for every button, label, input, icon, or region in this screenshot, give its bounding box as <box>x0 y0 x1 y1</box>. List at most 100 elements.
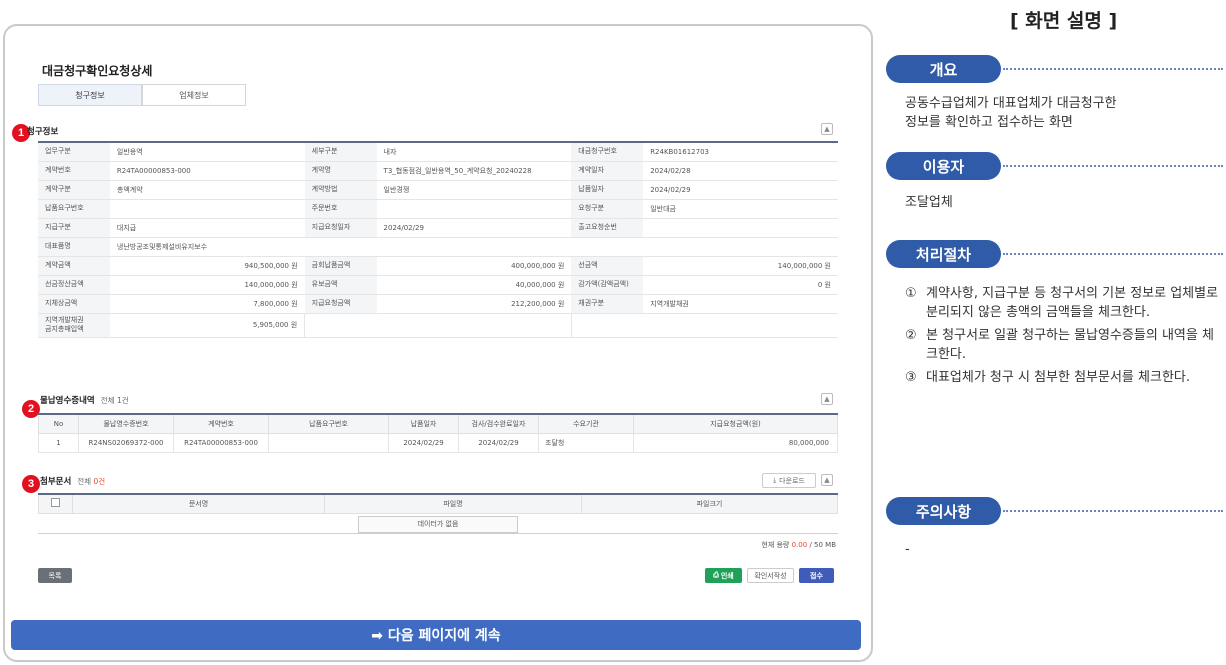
info-value: 140,000,000 원 <box>643 256 838 276</box>
info-value: 일반경쟁 <box>376 180 572 200</box>
info-row: 선금정산금액 140,000,000 원 유보금액 40,000,000 원 감가액(감… <box>38 275 838 295</box>
info-value: 2024/02/29 <box>376 218 572 238</box>
info-value: 냉난방공조및통제설비유지보수 <box>109 237 838 257</box>
info-label: 계약방법 <box>304 180 377 200</box>
info-empty <box>304 313 572 338</box>
info-row: 계약번호 R24TA00000853-000 계약명 T3_협동점검_일반용역_50_… <box>38 161 838 181</box>
info-value: 2024/02/28 <box>643 161 838 181</box>
info-label: 선금정산금액 <box>38 275 110 295</box>
info-value: 내자 <box>376 142 572 162</box>
attachments-count-label: 전체 <box>77 477 92 486</box>
column-header: 계약번호 <box>173 414 269 434</box>
info-label: 요청구분 <box>571 199 644 219</box>
info-value: 140,000,000 원 <box>109 275 305 295</box>
process-item-text: 본 청구서로 일괄 청구하는 물납영수증들의 내역을 체크한다. <box>926 328 1214 362</box>
info-label: 유보금액 <box>304 275 377 295</box>
collapse-icon[interactable]: ▲ <box>821 123 833 135</box>
user-text: 조달업체 <box>905 195 953 210</box>
divider <box>1003 253 1223 255</box>
table-cell: R24TA00000853-000 <box>173 432 269 453</box>
overview-text: 공동수급업체가 대표업체가 대금청구한 정보를 확인하고 접수하는 화면 <box>905 96 1117 130</box>
select-all-checkbox[interactable] <box>51 498 60 508</box>
section-title-billing: 청구정보 <box>27 127 59 137</box>
column-header: 납품일자 <box>388 414 459 434</box>
info-label: 계약금액 <box>38 256 110 276</box>
tab-company-info[interactable]: 업체정보 <box>142 84 246 106</box>
confirm-write-button[interactable]: 확인서작성 <box>747 568 794 583</box>
main-panel <box>3 24 873 662</box>
info-value: 400,000,000 원 <box>376 256 572 276</box>
info-row: 대표품명 냉난방공조및통제설비유지보수 <box>38 237 838 257</box>
info-label: 선금액 <box>571 256 644 276</box>
divider <box>1003 165 1223 167</box>
table-cell: 80,000,000 <box>633 432 838 453</box>
table-cell: 조달청 <box>538 432 634 453</box>
section-title-attachments: 첨부문서 전체 0건 <box>40 475 105 487</box>
process-list: ① 계약사항, 지급구분 등 청구서의 기본 정보로 업체별로 분리되지 않은 총… <box>905 284 1220 391</box>
info-value: 일반용역 <box>109 142 305 162</box>
receive-button[interactable]: 접수 <box>799 568 834 583</box>
info-row: 업무구분 일반용역 세부구분 내자 대금청구번호 R24KB01612703 <box>38 142 838 162</box>
list-button[interactable]: 목록 <box>38 568 72 583</box>
collapse-icon[interactable]: ▲ <box>821 474 833 486</box>
select-all-cell <box>38 494 73 514</box>
info-value: 40,000,000 원 <box>376 275 572 295</box>
info-empty <box>570 313 838 338</box>
info-label: 채권구분 <box>571 294 644 314</box>
info-label: 지급요청일자 <box>304 218 377 238</box>
table-cell: 1 <box>38 432 79 453</box>
download-icon: ⤓ <box>773 476 777 484</box>
process-item-number: ③ <box>905 370 917 385</box>
page-title: 대금청구확인요청상세 <box>42 64 153 78</box>
section-title-attachments-label: 첨부문서 <box>40 477 72 487</box>
capacity-info: 현재 용량 0.00 / 50 MB <box>761 540 836 550</box>
info-row: 납품요구번호 주문번호 요청구분 일반대금 <box>38 199 838 219</box>
column-header: 파일크기 <box>581 494 838 514</box>
callout-badge-3: 3 <box>22 475 40 493</box>
info-label: 지급요청금액 <box>304 294 377 314</box>
process-item-text: 대표업체가 청구 시 첨부한 첨부문서를 체크한다. <box>926 370 1190 385</box>
info-value: R24TA00000853-000 <box>109 161 305 181</box>
info-label: 납품일자 <box>571 180 644 200</box>
print-button[interactable]: ⎙ 인쇄 <box>705 568 742 583</box>
info-row: 계약금액 940,500,000 원 금회납품금액 400,000,000 원 선금액 1… <box>38 256 838 276</box>
info-label: 대금청구번호 <box>571 142 644 162</box>
info-label: 대표품명 <box>38 237 110 257</box>
column-header: No <box>38 414 79 434</box>
info-value: 2024/02/29 <box>643 180 838 200</box>
info-label: 계약일자 <box>571 161 644 181</box>
info-value <box>109 199 305 219</box>
capacity-used: 0.00 <box>791 541 808 549</box>
info-value: 940,500,000 원 <box>109 256 305 276</box>
download-label: 다운로드 <box>779 476 805 485</box>
overview-heading: 개요 <box>886 55 1001 83</box>
info-value: R24KB01612703 <box>643 142 838 162</box>
table-row[interactable]: 1 R24NS02069372-000 R24TA00000853-000 2024/… <box>38 432 838 453</box>
info-label: 주문번호 <box>304 199 377 219</box>
info-label: 지급구분 <box>38 218 110 238</box>
column-header: 검사/검수완료일자 <box>458 414 539 434</box>
info-label: 계약명 <box>304 161 377 181</box>
info-label: 금회납품금액 <box>304 256 377 276</box>
capacity-total: / 50 MB <box>809 541 836 549</box>
collapse-icon[interactable]: ▲ <box>821 393 833 405</box>
info-label: 지체상금액 <box>38 294 110 314</box>
info-label: 세부구분 <box>304 142 377 162</box>
notes-heading: 주의사항 <box>886 497 1001 525</box>
tab-billing-info[interactable]: 청구정보 <box>38 84 142 106</box>
process-item: ③ 대표업체가 청구 시 첨부한 첨부문서를 체크한다. <box>905 368 1220 387</box>
info-value: 5,905,000 원 <box>109 313 305 338</box>
process-item: ① 계약사항, 지급구분 등 청구서의 기본 정보로 업체별로 분리되지 않은 총… <box>905 284 1220 322</box>
info-value: T3_협동점검_일반용역_50_계약요청_20240228 <box>376 161 572 181</box>
info-row: 지체상금액 7,800,000 원 지급요청금액 212,200,000 원 채권구분 지… <box>38 294 838 314</box>
divider <box>1003 510 1223 512</box>
download-button[interactable]: ⤓ 다운로드 <box>762 473 816 488</box>
continue-banner: ➡ 다음 페이지에 계속 <box>11 620 861 650</box>
column-header: 물납영수증번호 <box>78 414 174 434</box>
info-label: 계약구분 <box>38 180 110 200</box>
description-title: [ 화면 설명 ] <box>1010 10 1118 32</box>
tab-bar: 청구정보 업체정보 <box>38 84 246 106</box>
process-item-number: ② <box>905 328 917 343</box>
section-title-receipts: 물납영수증내역 전체 1건 <box>40 394 129 406</box>
info-label: 출고요청순번 <box>571 218 644 238</box>
